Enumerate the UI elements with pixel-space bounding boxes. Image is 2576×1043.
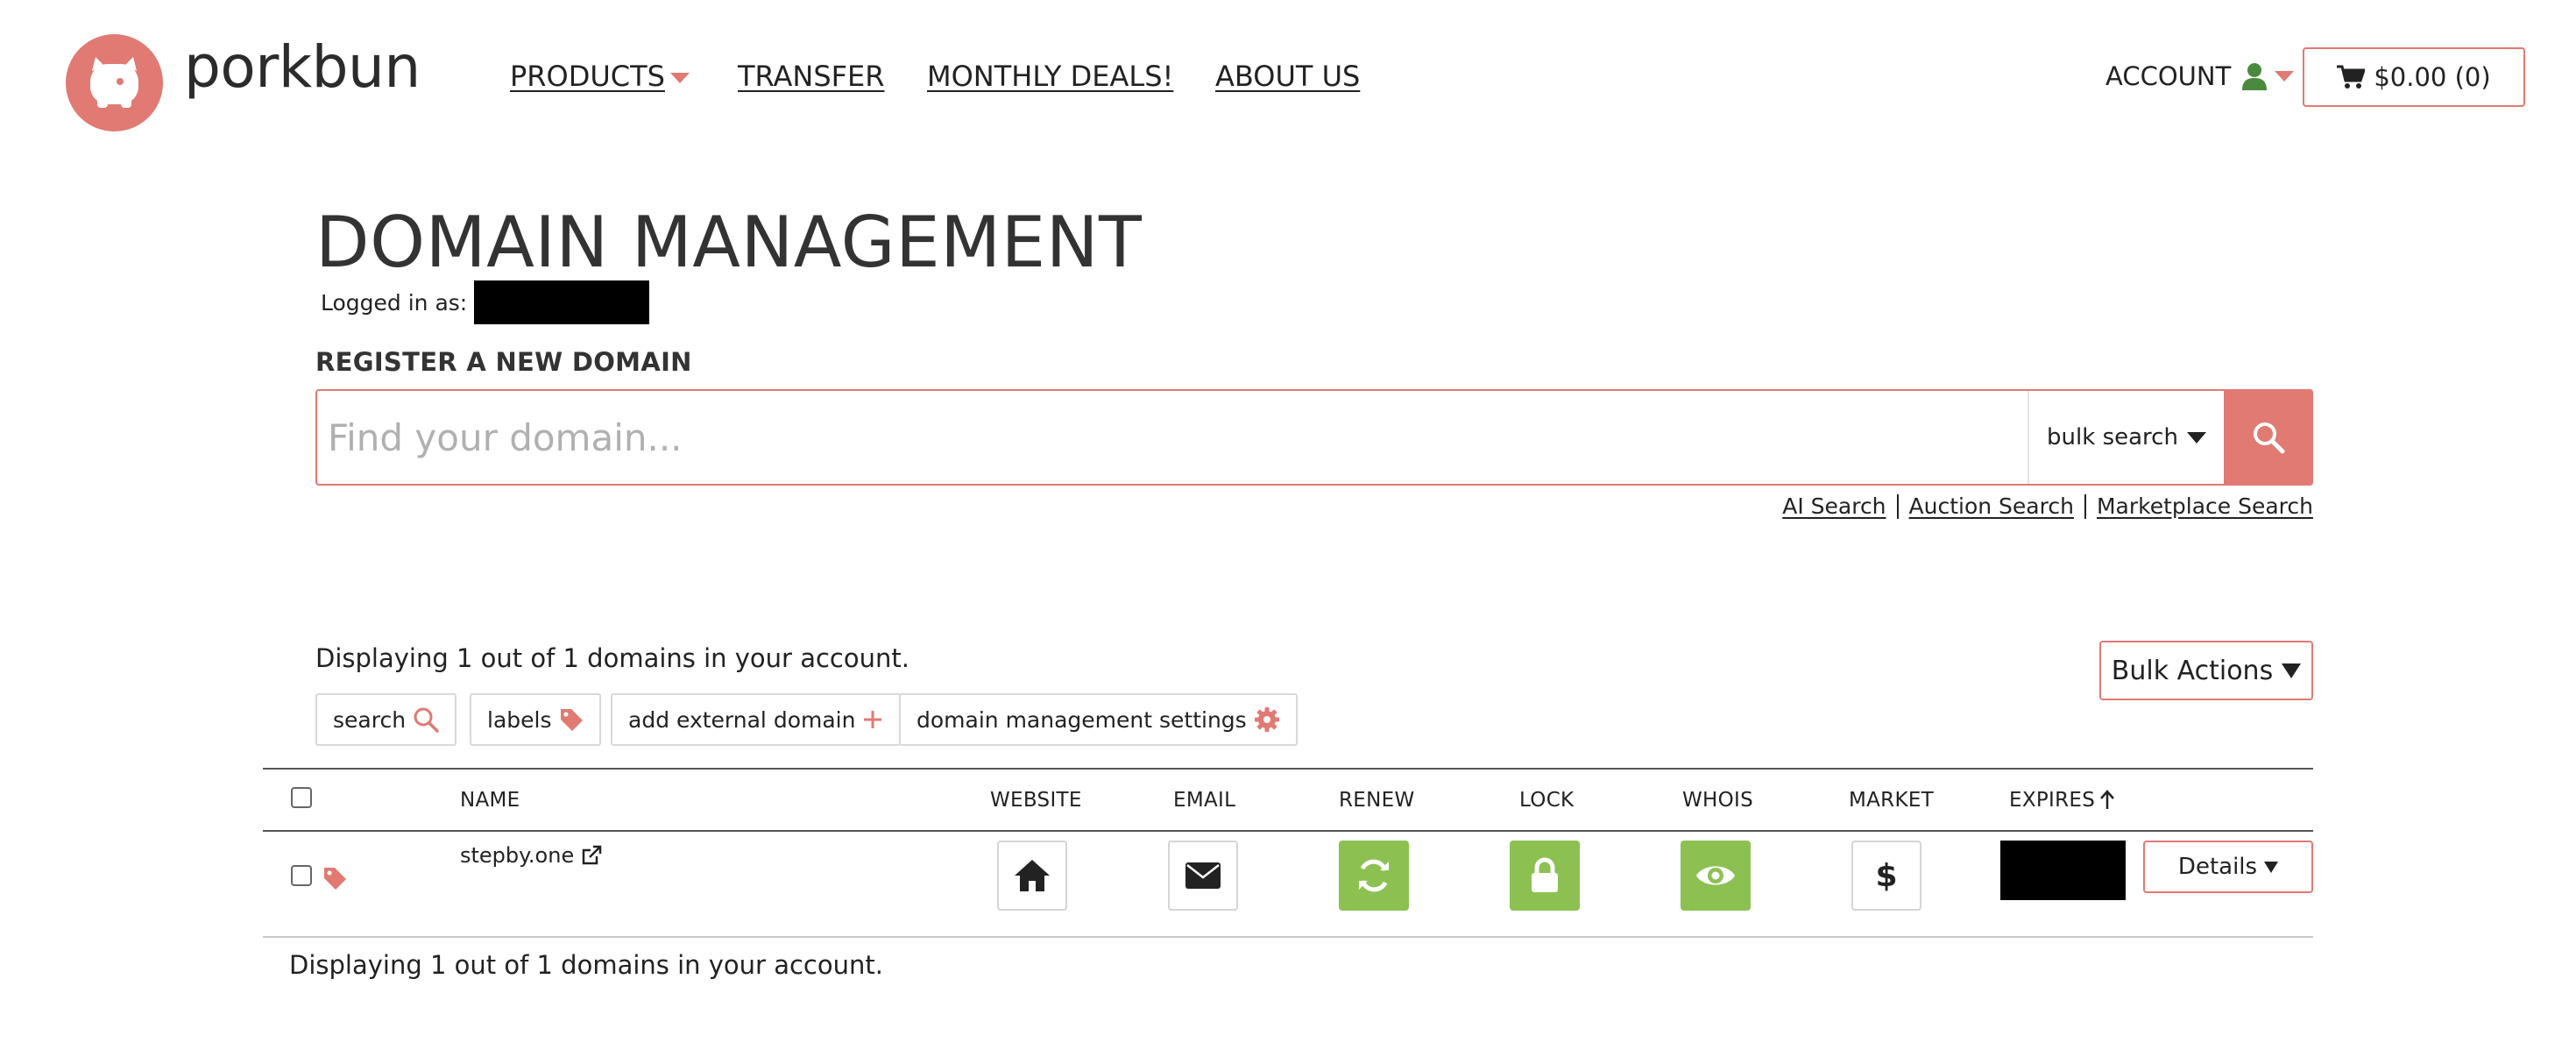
pig-icon — [90, 57, 138, 108]
divider — [1896, 493, 1899, 519]
dollar-icon: $ — [1875, 858, 1897, 894]
website-button[interactable] — [997, 841, 1067, 911]
search-tool-button[interactable]: search — [315, 693, 457, 746]
column-header-expires[interactable]: EXPIRES — [2009, 789, 2116, 812]
bulk-actions-label: Bulk Actions — [2111, 655, 2274, 686]
cart-icon — [2337, 65, 2366, 89]
account-menu[interactable]: ACCOUNT — [2105, 61, 2295, 91]
lock-button[interactable] — [1510, 841, 1580, 911]
caret-down-icon — [2264, 861, 2279, 873]
nav-products[interactable]: PRODUCTS — [510, 60, 690, 93]
column-header-email: EMAIL — [1173, 789, 1236, 812]
home-icon — [1015, 860, 1050, 891]
auction-search-link[interactable]: Auction Search — [1909, 493, 2074, 519]
nav-monthly-deals[interactable]: MONTHLY DEALS! — [927, 60, 1173, 93]
redacted-expiry-date — [2000, 841, 2126, 900]
domain-name-link[interactable]: stepby.one — [460, 843, 602, 868]
expires-label: EXPIRES — [2009, 789, 2096, 812]
add-external-domain-button[interactable]: add external domain — [611, 693, 902, 746]
domain-search-bar: bulk search — [315, 389, 2313, 486]
details-button[interactable]: Details — [2143, 841, 2313, 893]
lock-icon — [1532, 857, 1558, 892]
labels-tool-label: labels — [487, 706, 552, 733]
column-header-lock: LOCK — [1519, 789, 1575, 812]
refresh-icon — [1359, 859, 1389, 892]
marketplace-search-link[interactable]: Marketplace Search — [2097, 493, 2313, 519]
cart-button[interactable]: $0.00 (0) — [2303, 47, 2525, 107]
account-label: ACCOUNT — [2105, 61, 2232, 91]
email-button[interactable] — [1168, 841, 1238, 911]
tag-icon[interactable] — [322, 866, 349, 890]
column-header-market: MARKET — [1849, 789, 1935, 812]
gear-icon — [1254, 707, 1279, 732]
logo-text[interactable]: porkbun — [184, 33, 421, 101]
page-title: DOMAIN MANAGEMENT — [315, 202, 1143, 283]
bulk-search-dropdown[interactable]: bulk search — [2028, 391, 2224, 484]
redacted-username — [474, 280, 650, 324]
divider — [2084, 493, 2086, 519]
caret-down-icon — [2282, 663, 2302, 678]
domain-search-input[interactable] — [317, 391, 2028, 484]
search-icon — [2254, 422, 2285, 454]
search-sub-links: AI Search Auction Search Marketplace Sea… — [1782, 493, 2313, 519]
column-header-whois: WHOIS — [1682, 789, 1754, 812]
chevron-down-icon — [669, 73, 690, 83]
table-bottom-border — [263, 936, 2313, 938]
domain-name: stepby.one — [460, 843, 575, 868]
tag-icon — [560, 709, 583, 731]
porkbun-logo[interactable] — [66, 34, 163, 131]
cart-total: $0.00 (0) — [2374, 62, 2491, 92]
logged-in-info: Logged in as: — [321, 280, 650, 324]
chevron-down-icon — [2275, 71, 2295, 82]
ai-search-link[interactable]: AI Search — [1782, 493, 1886, 519]
external-link-icon — [582, 845, 602, 865]
logged-in-label: Logged in as: — [321, 289, 468, 316]
domain-count-text-bottom: Displaying 1 out of 1 domains in your ac… — [289, 950, 883, 980]
plus-icon — [864, 711, 882, 728]
header-row-border — [263, 830, 2313, 832]
search-submit-button[interactable] — [2224, 389, 2313, 486]
envelope-icon — [1185, 862, 1221, 889]
bulk-search-label: bulk search — [2047, 424, 2178, 451]
row-select-checkbox[interactable] — [291, 865, 312, 886]
bulk-actions-button[interactable]: Bulk Actions — [2099, 641, 2313, 700]
user-icon — [2242, 63, 2268, 90]
details-label: Details — [2177, 854, 2258, 880]
search-tool-label: search — [333, 706, 407, 733]
domain-management-settings-button[interactable]: domain management settings — [899, 693, 1298, 746]
svg-text:$: $ — [1875, 858, 1897, 894]
eye-icon — [1696, 866, 1735, 885]
nav-products-label: PRODUCTS — [510, 60, 665, 93]
table-top-border — [263, 768, 2313, 770]
nav-transfer[interactable]: TRANSFER — [738, 60, 884, 93]
domain-count-text: Displaying 1 out of 1 domains in your ac… — [315, 643, 909, 673]
whois-privacy-button[interactable] — [1681, 841, 1751, 911]
select-all-checkbox[interactable] — [291, 787, 312, 808]
settings-tool-label: domain management settings — [916, 706, 1247, 733]
column-header-website: WEBSITE — [990, 789, 1082, 812]
labels-tool-button[interactable]: labels — [470, 693, 601, 746]
sort-up-arrow-icon — [2100, 790, 2115, 809]
column-header-name[interactable]: NAME — [460, 789, 520, 812]
add-external-domain-label: add external domain — [628, 706, 856, 733]
caret-down-icon — [2186, 431, 2206, 443]
search-icon — [414, 707, 439, 733]
nav-about-us[interactable]: ABOUT US — [1215, 60, 1360, 93]
renew-button[interactable] — [1339, 841, 1409, 911]
register-domain-label: REGISTER A NEW DOMAIN — [315, 347, 692, 377]
column-header-renew: RENEW — [1339, 789, 1415, 812]
market-button[interactable]: $ — [1851, 841, 1921, 911]
